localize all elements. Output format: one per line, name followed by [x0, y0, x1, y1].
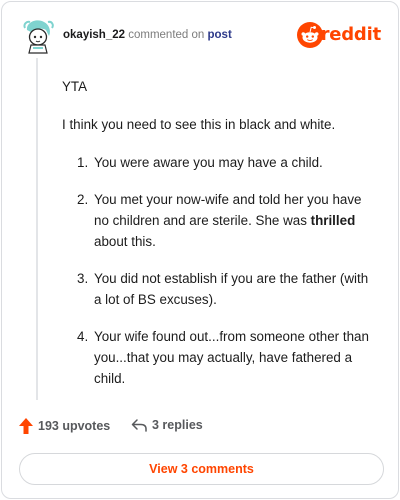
comment-intro: I think you need to see this in black an… [62, 117, 336, 132]
comment-meta: okayish_22 commented on post [63, 29, 232, 41]
thread-line[interactable] [36, 58, 38, 400]
avatar-illustration-icon [20, 17, 56, 54]
upvote-count: 193 upvotes [38, 419, 111, 433]
list-item: 3. You did not establish if you are the … [62, 268, 372, 310]
list-text: You did not establish if you are the fat… [94, 271, 369, 307]
list-number: 1. [77, 155, 89, 170]
list-item: 1. You were aware you may have a child. [62, 152, 372, 173]
reddit-wordmark: reddit [320, 24, 382, 45]
view-comments-button[interactable]: View 3 comments [19, 453, 384, 485]
comment-card: okayish_22 commented on post reddit YTA … [1, 1, 399, 499]
reddit-logo-icon [297, 22, 323, 48]
comment-body: YTA I think you need to see this in blac… [62, 76, 372, 405]
list-text: about this. [94, 234, 156, 249]
username-link[interactable]: okayish_22 [63, 29, 125, 41]
bold-text: thrilled [310, 213, 356, 228]
list-number: 4. [77, 329, 89, 344]
post-link[interactable]: post [208, 29, 232, 41]
list-item: 2. You met your now-wife and told her yo… [62, 189, 372, 252]
list-text: Your wife found out...from someone other… [94, 329, 369, 386]
reply-icon [131, 419, 147, 432]
upvote-button[interactable]: 193 upvotes [19, 418, 110, 434]
comment-list: 1. You were aware you may have a child. … [62, 152, 372, 389]
replies-button[interactable]: 3 replies [131, 418, 203, 432]
upvote-arrow-icon [19, 418, 33, 434]
list-number: 3. [77, 271, 89, 286]
comment-header: okayish_22 commented on post reddit [19, 16, 381, 56]
list-item: 4. Your wife found out...from someone ot… [62, 326, 372, 389]
avatar[interactable] [19, 16, 57, 54]
list-text: You were aware you may have a child. [94, 155, 323, 170]
commented-on-text: commented on [128, 29, 205, 41]
reply-count: 3 replies [152, 418, 203, 432]
comment-verdict: YTA [62, 79, 88, 94]
list-number: 2. [77, 192, 89, 207]
